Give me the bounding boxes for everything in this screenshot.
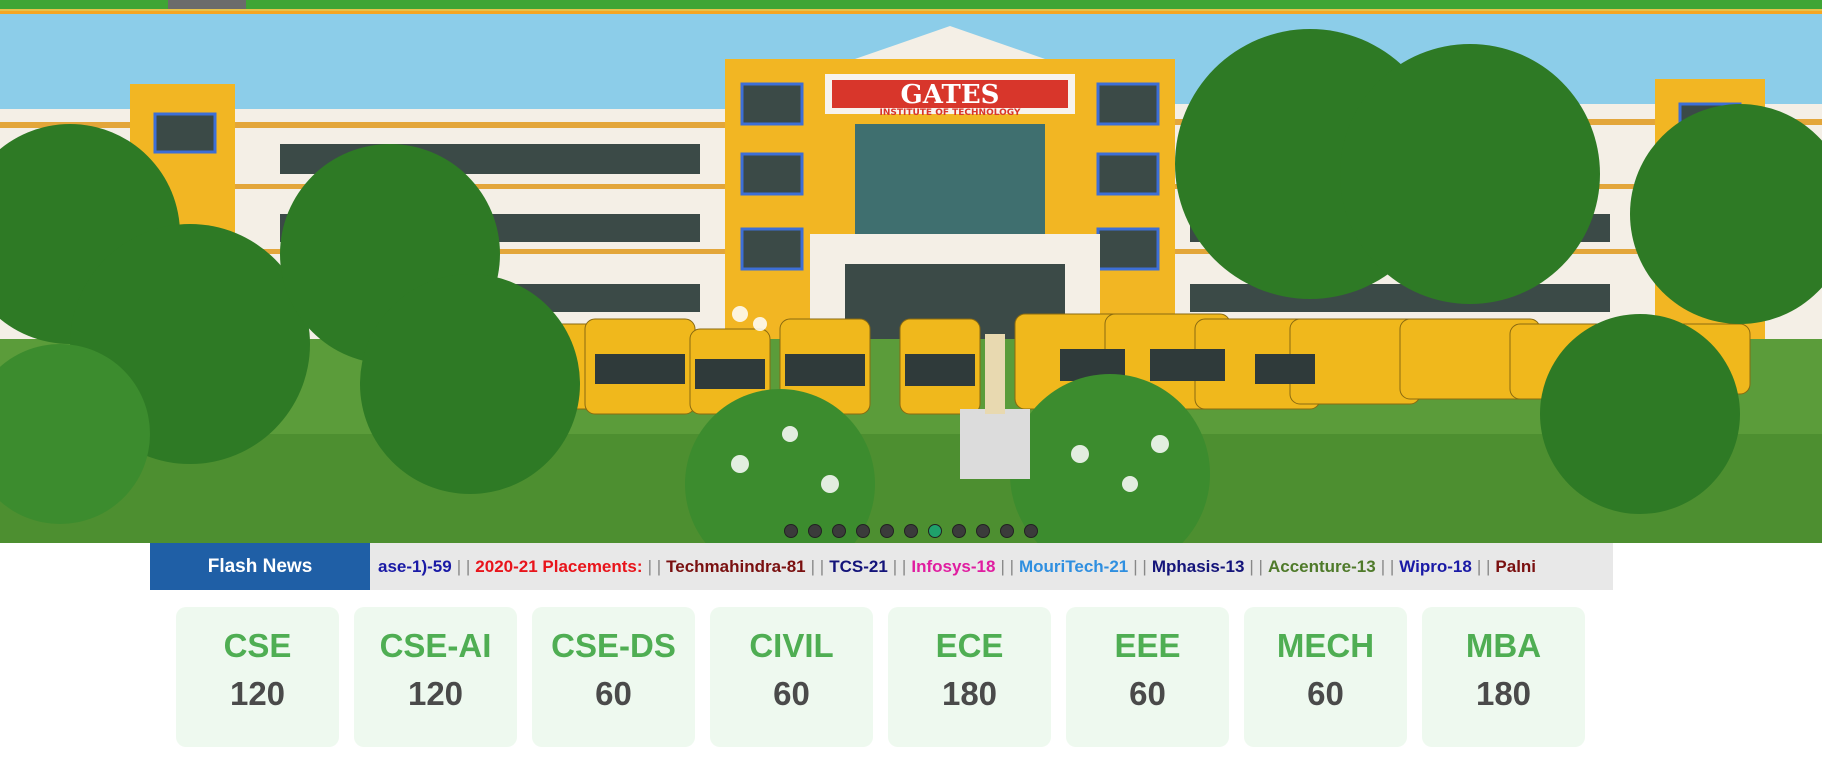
program-seats: 60 (1129, 675, 1166, 712)
program-card[interactable]: EEE 60 (1066, 607, 1229, 747)
ticker-separator: | | (892, 556, 907, 576)
slider-dot[interactable] (1024, 524, 1038, 538)
flash-news-bar: Flash News ase-1)-59 | | 2020-21 Placement… (150, 543, 1613, 590)
campus-photo: GATES INSTITUTE OF TECHNOLOGY (0, 14, 1822, 543)
slider-pagination (0, 524, 1822, 538)
program-card[interactable]: CSE-AI 120 (354, 607, 517, 747)
ticker-separator: | | (1000, 556, 1014, 576)
ticker-item[interactable]: ase-1)-59 (378, 557, 452, 577)
ticker-separator: | | (1380, 556, 1395, 576)
ticker-item[interactable]: Mphasis-13 (1152, 557, 1245, 577)
program-card[interactable]: MBA 180 (1422, 607, 1585, 747)
slider-dot[interactable] (784, 524, 798, 538)
slider-dot[interactable] (928, 524, 942, 538)
program-name: CSE-DS (551, 627, 676, 664)
program-seats: 120 (407, 675, 464, 712)
program-name: MBA (1465, 627, 1542, 664)
flash-news-ticker[interactable]: ase-1)-59 | | 2020-21 Placements: | | Techma… (378, 543, 1613, 590)
ticker-separator: | | (456, 556, 471, 576)
program-seats: 180 (941, 675, 998, 712)
top-gray-marker (168, 0, 246, 9)
program-seats: 180 (1475, 675, 1532, 712)
slider-dot[interactable] (832, 524, 846, 538)
slider-dot[interactable] (952, 524, 966, 538)
slider-dot[interactable] (880, 524, 894, 538)
ticker-item[interactable]: Palni (1495, 557, 1536, 577)
program-name: CSE-AI (379, 627, 492, 664)
ticker-item[interactable]: MouriTech-21 (1019, 557, 1128, 577)
program-name: CIVIL (749, 627, 834, 664)
top-thin-stripe (0, 9, 1822, 11)
program-seats: 60 (595, 675, 632, 712)
slider-dot[interactable] (808, 524, 822, 538)
top-green-stripe (0, 0, 1822, 9)
program-name: EEE (1114, 627, 1181, 664)
ticker-separator: | | (810, 556, 825, 576)
ticker-item[interactable]: Wipro-18 (1399, 557, 1472, 577)
ticker-separator: | | (647, 556, 662, 576)
ticker-separator: | | (1476, 556, 1491, 576)
program-seats: 60 (773, 675, 810, 712)
slider-dot[interactable] (1000, 524, 1014, 538)
ticker-item[interactable]: Infosys-18 (911, 557, 995, 577)
ticker-item[interactable]: Techmahindra-81 (666, 557, 806, 577)
ticker-separator: | | (1133, 556, 1147, 576)
program-name: CSE (223, 627, 292, 664)
program-card[interactable]: ECE 180 (888, 607, 1051, 747)
ticker-item[interactable]: TCS-21 (829, 557, 888, 577)
ticker-item[interactable]: 2020-21 Placements: (475, 557, 642, 577)
program-name: MECH (1276, 627, 1375, 664)
slider-dot[interactable] (856, 524, 870, 538)
program-cards: CSE 120 CSE-AI 120 CSE-DS 60 CIVIL 60 ECE 180 EEE 6… (176, 607, 1585, 747)
program-seats: 120 (229, 675, 286, 712)
program-card[interactable]: MECH 60 (1244, 607, 1407, 747)
program-card[interactable]: CIVIL 60 (710, 607, 873, 747)
campus-sign-text: GATES (901, 80, 1000, 110)
program-card[interactable]: CSE-DS 60 (532, 607, 695, 747)
slider-dot[interactable] (976, 524, 990, 538)
ticker-item[interactable]: Accenture-13 (1268, 557, 1376, 577)
program-name: ECE (935, 627, 1004, 664)
hero-slider[interactable]: GATES INSTITUTE OF TECHNOLOGY (0, 14, 1822, 543)
ticker-separator: | | (1249, 556, 1263, 576)
program-card[interactable]: CSE 120 (176, 607, 339, 747)
flash-news-label: Flash News (150, 543, 370, 590)
campus-sign-subtext: INSTITUTE OF TECHNOLOGY (879, 108, 1021, 118)
top-accent-bar (0, 0, 1822, 14)
program-seats: 60 (1307, 675, 1344, 712)
slider-dot[interactable] (904, 524, 918, 538)
